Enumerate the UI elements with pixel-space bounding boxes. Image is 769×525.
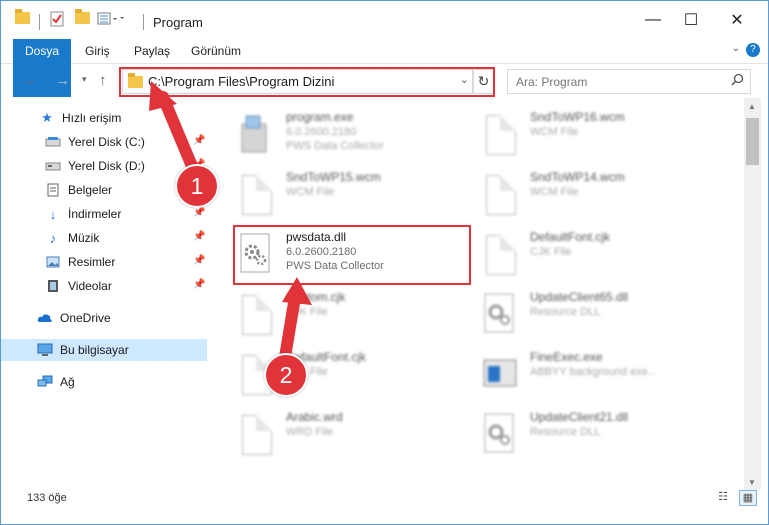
explorer-window: Program — ☐ ✕ Dosya Giriş Paylaş Görünüm… <box>0 0 769 525</box>
step-1-badge: 1 <box>175 164 219 208</box>
annotation-arrows <box>149 81 312 363</box>
arrow-2 <box>279 277 312 363</box>
arrow-1 <box>149 81 200 177</box>
step-2-badge: 2 <box>264 353 308 397</box>
